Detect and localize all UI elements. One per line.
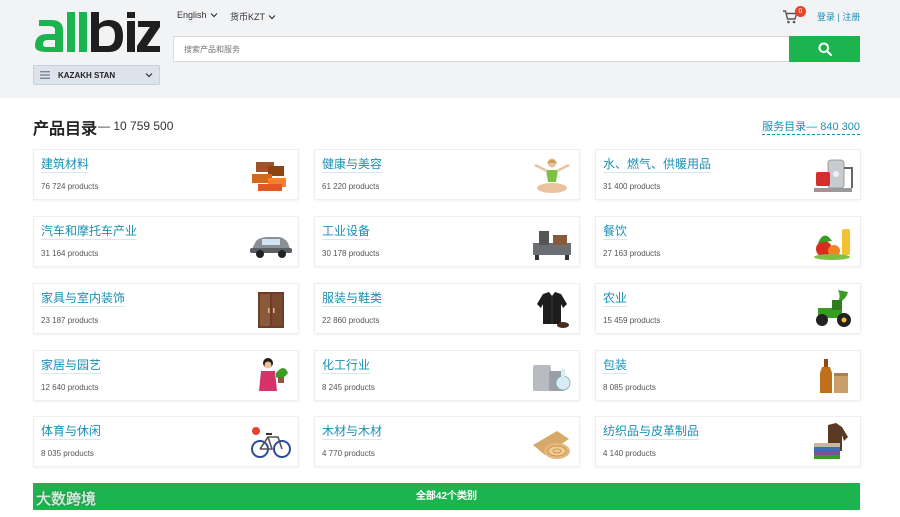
category-name: 建筑材料	[41, 157, 90, 171]
category-count: 76 724 products	[41, 182, 99, 191]
chevron-down-icon	[210, 13, 217, 18]
category-count: 15 459 products	[603, 316, 661, 325]
watermark-text: 大数跨境	[36, 491, 97, 508]
wood-logs-icon	[533, 431, 570, 459]
category-card[interactable]: 家具与室内装饰 23 187 products	[33, 283, 299, 334]
catalog-count: — 10 759 500	[98, 119, 174, 133]
bicycle-icon	[251, 427, 291, 458]
yoga-woman-icon	[534, 158, 570, 193]
category-count: 31 400 products	[603, 182, 661, 191]
category-name: 农业	[603, 291, 628, 305]
category-name: 家居与园艺	[41, 358, 102, 372]
category-card[interactable]: 汽车和摩托车产业 31 164 products	[33, 216, 299, 267]
cart-count-badge: 0	[795, 6, 806, 17]
language-selector[interactable]: English	[177, 10, 218, 20]
category-name: 化工行业	[322, 358, 371, 372]
category-name: 工业设备	[322, 224, 371, 238]
category-card[interactable]: 农业 15 459 products	[595, 283, 861, 334]
category-name: 木材与木材	[322, 424, 383, 438]
water-heater-icon	[814, 159, 853, 192]
category-card[interactable]: 建筑材料 76 724 products	[33, 149, 299, 200]
category-count: 12 640 products	[41, 383, 99, 392]
watermark: 大数跨境	[6, 488, 96, 509]
page: English 货币KZT 0 登录 | 注册 搜索产品和服务 KAZAKH S…	[0, 0, 900, 517]
auth-separator: |	[837, 12, 840, 22]
wardrobe-icon	[258, 292, 284, 328]
gardener-icon	[259, 358, 288, 391]
category-count: 31 164 products	[41, 249, 99, 258]
category-name: 包装	[603, 358, 628, 372]
register-link[interactable]: 注册	[842, 12, 860, 22]
category-card[interactable]: 家居与园艺 12 640 products	[33, 350, 299, 401]
catalog-title: 产品目录	[33, 121, 98, 138]
fabric-leather-icon	[814, 423, 848, 459]
tractor-icon	[816, 290, 851, 327]
category-card[interactable]: 体育与休闲 8 035 products	[33, 416, 299, 467]
header: English 货币KZT 0 登录 | 注册 搜索产品和服务 KAZAKH S…	[0, 0, 900, 98]
car-icon	[250, 237, 292, 258]
category-name: 纺织品与皮革制品	[603, 424, 700, 438]
category-count: 61 220 products	[322, 182, 380, 191]
bricks-icon	[252, 162, 286, 191]
category-count: 22 860 products	[322, 316, 380, 325]
login-link[interactable]: 登录	[817, 12, 835, 22]
search-icon	[818, 42, 832, 56]
category-count: 27 163 products	[603, 249, 661, 258]
category-name: 服装与鞋类	[322, 291, 383, 305]
search-input[interactable]	[173, 36, 790, 62]
jacket-icon	[537, 292, 569, 328]
category-card[interactable]: 纺织品与皮革制品 4 140 products	[595, 416, 861, 467]
category-name: 家具与室内装饰	[41, 291, 126, 305]
category-card[interactable]: 餐饮 27 163 products	[595, 216, 861, 267]
category-card[interactable]: 包装 8 085 products	[595, 350, 861, 401]
currency-selector[interactable]: 货币KZT	[230, 10, 276, 23]
category-card[interactable]: 水、燃气、供暖用品 31 400 products	[595, 149, 861, 200]
category-count: 8 245 products	[322, 383, 375, 392]
chevron-down-icon	[145, 73, 153, 78]
all-categories-button[interactable]: 全部42个类别	[33, 483, 860, 510]
category-name: 餐饮	[603, 224, 628, 238]
menu-icon	[40, 71, 50, 79]
services-catalog-link[interactable]: 服务目录— 840 300	[762, 118, 860, 135]
category-count: 30 178 products	[322, 249, 380, 258]
country-label: KAZAKH STAN	[58, 70, 116, 80]
chevron-down-icon	[268, 14, 276, 19]
allbiz-logo[interactable]	[33, 12, 161, 56]
category-card[interactable]: 健康与美容 61 220 products	[314, 149, 580, 200]
food-icon	[814, 229, 850, 260]
category-name: 水、燃气、供暖用品	[603, 157, 712, 171]
auth-links: 登录 | 注册	[817, 10, 860, 23]
currency-label: 货币KZT	[230, 12, 265, 22]
category-card[interactable]: 木材与木材 4 770 products	[314, 416, 580, 467]
watermark-logo-icon	[6, 491, 30, 506]
category-card[interactable]: 化工行业 8 245 products	[314, 350, 580, 401]
category-count: 23 187 products	[41, 316, 99, 325]
machine-icon	[533, 231, 571, 260]
chemical-tanks-icon	[533, 365, 571, 391]
bottle-bag-icon	[820, 359, 848, 393]
category-count: 4 770 products	[322, 449, 375, 458]
category-count: 8 035 products	[41, 449, 94, 458]
language-label: English	[177, 10, 207, 20]
search-button[interactable]	[789, 36, 860, 62]
country-selector[interactable]: KAZAKH STAN	[33, 65, 160, 85]
category-card[interactable]: 工业设备 30 178 products	[314, 216, 580, 267]
category-name: 体育与休闲	[41, 424, 102, 438]
category-name: 健康与美容	[322, 157, 383, 171]
category-count: 4 140 products	[603, 449, 656, 458]
category-count: 8 085 products	[603, 383, 656, 392]
category-card[interactable]: 服装与鞋类 22 860 products	[314, 283, 580, 334]
category-name: 汽车和摩托车产业	[41, 224, 138, 238]
